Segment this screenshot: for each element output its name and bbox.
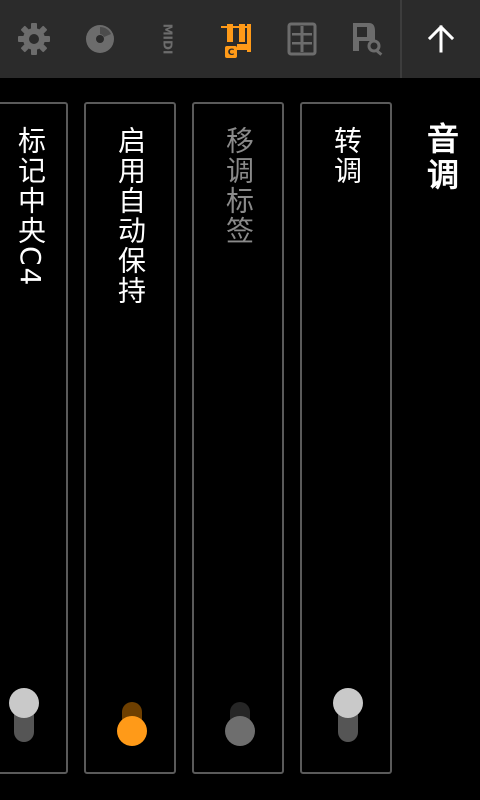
gear-icon (18, 23, 50, 55)
record-disc-button[interactable] (76, 0, 124, 78)
setting-label-transpose-label: 移调标签 (222, 126, 255, 246)
auto-sustain-toggle[interactable] (117, 694, 147, 754)
midi-button[interactable]: MIDI (142, 0, 192, 78)
transpose-button[interactable]: C (212, 0, 260, 78)
midi-icon: MIDI (161, 24, 175, 55)
settings-button[interactable] (10, 0, 58, 78)
mark-middle-c4-toggle[interactable] (9, 688, 39, 754)
setting-label-auto-sustain: 启用自动保持 (114, 126, 147, 306)
setting-card-mark-middle-c4[interactable]: 标记中央C4 (0, 102, 68, 774)
toggle-thumb (333, 688, 363, 718)
setting-label-mark-middle-c4: 标记中央C4 (14, 126, 47, 288)
transpose-label-toggle (225, 694, 255, 754)
setting-card-transpose-label: 移调标签 (192, 102, 284, 774)
top-toolbar: MIDI C (0, 0, 480, 78)
transpose-sliders-icon: C (221, 24, 251, 58)
piano-search-button[interactable] (344, 0, 392, 78)
setting-card-auto-sustain[interactable]: 启用自动保持 (84, 102, 176, 774)
toggle-thumb (225, 716, 255, 746)
keyboard-icon (287, 22, 317, 56)
transpose-toggle[interactable] (333, 688, 363, 754)
back-up-button[interactable] (402, 0, 480, 78)
page-title: 音调 (422, 122, 460, 194)
arrow-up-icon (427, 24, 455, 53)
disc-icon (86, 25, 114, 53)
toggle-thumb (9, 688, 39, 718)
piano-search-icon (353, 23, 383, 56)
midi-icon-text: MIDI (161, 24, 175, 55)
setting-label-transpose: 转调 (330, 126, 363, 186)
setting-card-transpose[interactable]: 转调 (300, 102, 392, 774)
toggle-thumb (117, 716, 147, 746)
active-badge-text: C (228, 48, 235, 58)
keyboard-button[interactable] (278, 0, 326, 78)
